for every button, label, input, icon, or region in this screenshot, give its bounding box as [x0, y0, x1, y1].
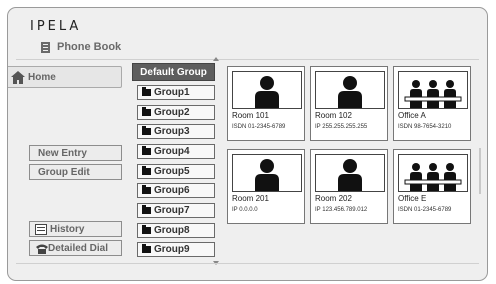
home-icon: [11, 71, 25, 84]
new-entry-button[interactable]: New Entry: [29, 145, 122, 161]
entry-card[interactable]: Room 202 IP 123.456.789.012: [310, 149, 388, 224]
entry-name: Room 101: [232, 111, 269, 120]
entry-name: Room 102: [315, 111, 352, 120]
group-item[interactable]: Group4: [137, 144, 215, 159]
entry-name: Office A: [398, 111, 426, 120]
folder-icon: [142, 126, 151, 135]
telephone-icon: [36, 244, 48, 254]
page-title: Phone Book: [57, 41, 122, 53]
entry-number: IP 123.456.789.012: [315, 207, 368, 213]
entry-name: Office E: [398, 194, 427, 203]
group-edit-button[interactable]: Group Edit: [29, 164, 122, 180]
title-bar: Phone Book: [16, 37, 479, 60]
phone-book-window: IPELA Phone Book Home New Entry Group Ed…: [7, 7, 488, 281]
group-edit-label: Group Edit: [38, 167, 90, 178]
entry-card[interactable]: Office A ISDN 98-7654-3210: [393, 66, 471, 141]
entry-card[interactable]: Room 102 IP 255.255.255.255: [310, 66, 388, 141]
entry-number: ISDN 01-2345-6789: [232, 124, 286, 130]
folder-icon: [142, 185, 151, 194]
person-icon: [315, 71, 385, 109]
folder-icon: [142, 146, 151, 155]
group-scroll-up-arrow[interactable]: [213, 57, 219, 61]
folder-icon: [142, 107, 151, 116]
entry-name: Room 201: [232, 194, 269, 203]
folder-icon: [142, 205, 151, 214]
person-icon: [232, 71, 302, 109]
brand-logo: IPELA: [30, 19, 82, 34]
folder-icon: [142, 244, 151, 253]
entry-name: Room 202: [315, 194, 352, 203]
default-group-tab[interactable]: Default Group: [132, 63, 215, 81]
entry-number: IP 255.255.255.255: [315, 124, 368, 130]
entry-card[interactable]: Room 201 IP 0.0.0.0: [227, 149, 305, 224]
group-item[interactable]: Group3: [137, 124, 215, 139]
detailed-dial-button[interactable]: Detailed Dial: [29, 240, 122, 256]
group-item[interactable]: Group9: [137, 242, 215, 257]
entry-number: ISDN 01-2345-6789: [398, 207, 452, 213]
folder-icon: [142, 166, 151, 175]
detailed-dial-label: Detailed Dial: [48, 243, 109, 254]
group-item[interactable]: Group6: [137, 183, 215, 198]
group-item[interactable]: Group1: [137, 85, 215, 100]
person-icon: [232, 154, 302, 192]
entry-card[interactable]: Office E ISDN 01-2345-6789: [393, 149, 471, 224]
home-label: Home: [28, 72, 56, 83]
folder-icon: [142, 87, 151, 96]
person-icon: [315, 154, 385, 192]
group-item[interactable]: Group2: [137, 105, 215, 120]
history-icon: [35, 224, 47, 235]
history-button[interactable]: History: [29, 221, 122, 237]
bottom-divider: [16, 263, 479, 264]
folder-icon: [142, 225, 151, 234]
group-item[interactable]: Group7: [137, 203, 215, 218]
history-label: History: [50, 224, 85, 235]
group-meeting-icon: [398, 71, 468, 109]
phone-book-icon: [41, 42, 50, 53]
home-button[interactable]: Home: [8, 66, 122, 88]
entry-number: ISDN 98-7654-3210: [398, 124, 452, 130]
entry-card[interactable]: Room 101 ISDN 01-2345-6789: [227, 66, 305, 141]
entry-number: IP 0.0.0.0: [232, 207, 258, 213]
group-meeting-icon: [398, 154, 468, 192]
group-item[interactable]: Group5: [137, 164, 215, 179]
new-entry-label: New Entry: [38, 148, 87, 159]
group-item[interactable]: Group8: [137, 223, 215, 238]
entries-scrollbar[interactable]: [479, 148, 481, 194]
